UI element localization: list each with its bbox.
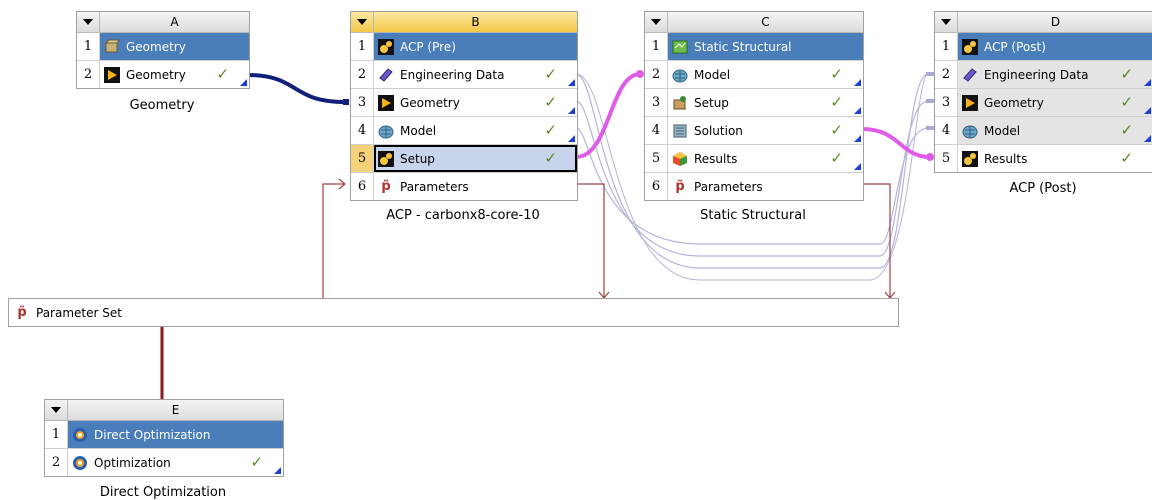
check-icon: ✓ [1120,149,1133,167]
system-e-letter: E [171,403,180,417]
cell-e2[interactable]: 2 Optimization ✓ [45,449,283,476]
cell-b4[interactable]: 4 Model ✓ [351,117,577,145]
cell-b3[interactable]: 3 Geometry ✓ [351,89,577,117]
system-c[interactable]: C 1 Static Structural 2 Model ✓ 3 Setup ✓ 4 So… [644,11,864,201]
corner-arrow-icon [568,107,575,114]
cell-c1[interactable]: 1 Static Structural [645,33,863,61]
system-c-menu-arrow[interactable] [645,12,668,32]
check-icon: ✓ [1120,121,1133,139]
acp-gears-icon [962,150,978,167]
acp-gears-icon [962,38,978,55]
check-icon: ✓ [830,121,843,139]
corner-arrow-icon [854,163,861,170]
parameters-icon: p̃ [675,178,685,194]
check-icon: ✓ [830,65,843,83]
system-a-menu-arrow[interactable] [77,12,100,32]
check-icon: ✓ [544,65,557,83]
check-icon: ✓ [830,93,843,111]
system-c-letter: C [761,15,770,29]
solution-to-results-link [861,127,931,159]
cell-c4[interactable]: 4 Solution ✓ [645,117,863,145]
cell-a2[interactable]: 2 Geometry ✓ [77,61,249,88]
parameter-set-label: Parameter Set [36,305,122,320]
cell-b5[interactable]: 5 Setup ✓ [351,145,577,173]
check-icon: ✓ [830,149,843,167]
cell-c3[interactable]: 3 Setup ✓ [645,89,863,117]
check-icon: ✓ [1120,65,1133,83]
parameters-icon: p̃ [381,178,391,194]
system-b[interactable]: B 1 ACP (Pre) 2 Engineering Data ✓ 3 Geometr… [350,11,578,201]
corner-arrow-icon [854,107,861,114]
param-link-input [322,183,345,298]
cell-e1[interactable]: 1 Direct Optimization [45,421,283,449]
cell-c6[interactable]: 6 p̃ Parameters [645,173,863,200]
system-a-letter: A [170,15,179,29]
results-icon [672,151,688,167]
system-d-menu-arrow[interactable] [935,12,958,32]
model-icon [672,67,688,83]
system-a-caption[interactable]: Geometry [76,98,248,113]
cell-b1[interactable]: 1 ACP (Pre) [351,33,577,61]
cell-c2[interactable]: 2 Model ✓ [645,61,863,89]
optimization-icon [72,427,88,443]
geometry-play-icon [378,94,394,111]
corner-arrow-icon [854,79,861,86]
cell-b6[interactable]: 6 p̃ Parameters [351,173,577,200]
setup-icon [672,95,688,111]
system-e[interactable]: E 1 Direct Optimization 2 Optimization ✓ [44,399,284,477]
engineering-data-icon [378,67,394,83]
check-icon: ✓ [544,121,557,139]
model-icon [378,123,394,139]
cell-d4[interactable]: 4 Model ✓ [935,117,1152,145]
corner-arrow-icon [1144,79,1151,86]
system-e-caption[interactable]: Direct Optimization [44,485,282,500]
system-b-menu-arrow[interactable] [351,12,374,32]
param-link-b [576,183,605,298]
check-icon: ✓ [1120,93,1133,111]
geometry-play-icon [104,66,120,83]
system-b-letter: B [471,15,480,29]
corner-arrow-icon [568,79,575,86]
corner-arrow-icon [240,79,247,86]
geometry-box-icon [104,39,120,55]
parameter-set-bar[interactable]: p̃ Parameter Set [8,298,899,327]
system-a[interactable]: A 1 Geometry 2 Geometry ✓ [76,11,250,89]
corner-arrow-icon [568,135,575,142]
cell-d3[interactable]: 3 Geometry ✓ [935,89,1152,117]
system-d[interactable]: D 1 ACP (Post) 2 Engineering Data ✓ 3 Geomet… [934,11,1152,173]
cell-d2[interactable]: 2 Engineering Data ✓ [935,61,1152,89]
parameters-icon: p̃ [17,304,27,320]
engineering-data-icon [962,67,978,83]
system-b-caption[interactable]: ACP - carbonx8-core-10 [350,208,576,223]
cell-c5[interactable]: 5 Results ✓ [645,145,863,173]
static-structural-icon [672,39,688,55]
check-icon: ✓ [544,149,557,167]
cell-b2[interactable]: 2 Engineering Data ✓ [351,61,577,89]
optimization-icon [72,455,88,471]
cell-d5[interactable]: 5 Results ✓ [935,145,1152,172]
geometry-play-icon [962,94,978,111]
corner-arrow-icon [854,135,861,142]
check-icon: ✓ [544,93,557,111]
param-link-c [862,183,891,298]
acp-gears-icon [378,38,394,55]
corner-arrow-icon [1144,135,1151,142]
corner-arrow-icon [274,467,281,474]
system-d-letter: D [1050,15,1061,29]
solution-icon [672,123,688,139]
system-c-caption[interactable]: Static Structural [644,208,862,223]
geometry-link [246,73,346,104]
check-icon: ✓ [250,453,263,471]
check-icon: ✓ [216,65,229,83]
corner-arrow-icon [1144,107,1151,114]
cell-a1[interactable]: 1 Geometry [77,33,249,61]
cell-d1[interactable]: 1 ACP (Post) [935,33,1152,61]
system-d-caption[interactable]: ACP (Post) [934,181,1152,196]
system-e-menu-arrow[interactable] [45,400,68,420]
model-icon [962,123,978,139]
setup-gears-icon [378,150,394,167]
